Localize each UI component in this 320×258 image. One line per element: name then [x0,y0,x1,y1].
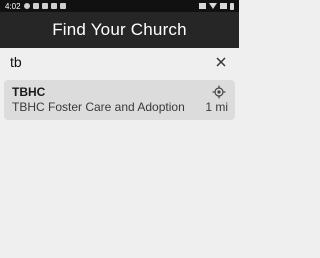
results-list: TBHC TBHC Foster Care and Adoption 1 mi [4,80,235,120]
status-right [199,2,234,10]
list-item[interactable]: TBHC TBHC Foster Care and Adoption 1 mi [4,80,235,120]
app-header: Find Your Church [0,12,239,48]
notification-icon [59,3,66,9]
notification-icon [41,3,48,9]
wifi-icon [209,3,217,9]
close-icon[interactable] [213,54,229,70]
search-bar [0,48,239,75]
result-name: TBHC [12,85,46,99]
notification-icon [32,3,39,9]
status-left: 4:02 [5,2,66,11]
signal-icon [220,3,227,9]
notification-icon [23,3,30,9]
location-target-icon [212,85,226,99]
battery-icon [230,2,234,10]
notification-icon [50,3,57,9]
status-bar: 4:02 [0,0,239,12]
distance-label: 1 mi [205,100,228,114]
page-title: Find Your Church [52,20,187,39]
sound-icon [199,3,206,9]
result-subtitle: TBHC Foster Care and Adoption [12,100,185,114]
search-input[interactable] [10,53,213,70]
status-time: 4:02 [5,1,21,11]
